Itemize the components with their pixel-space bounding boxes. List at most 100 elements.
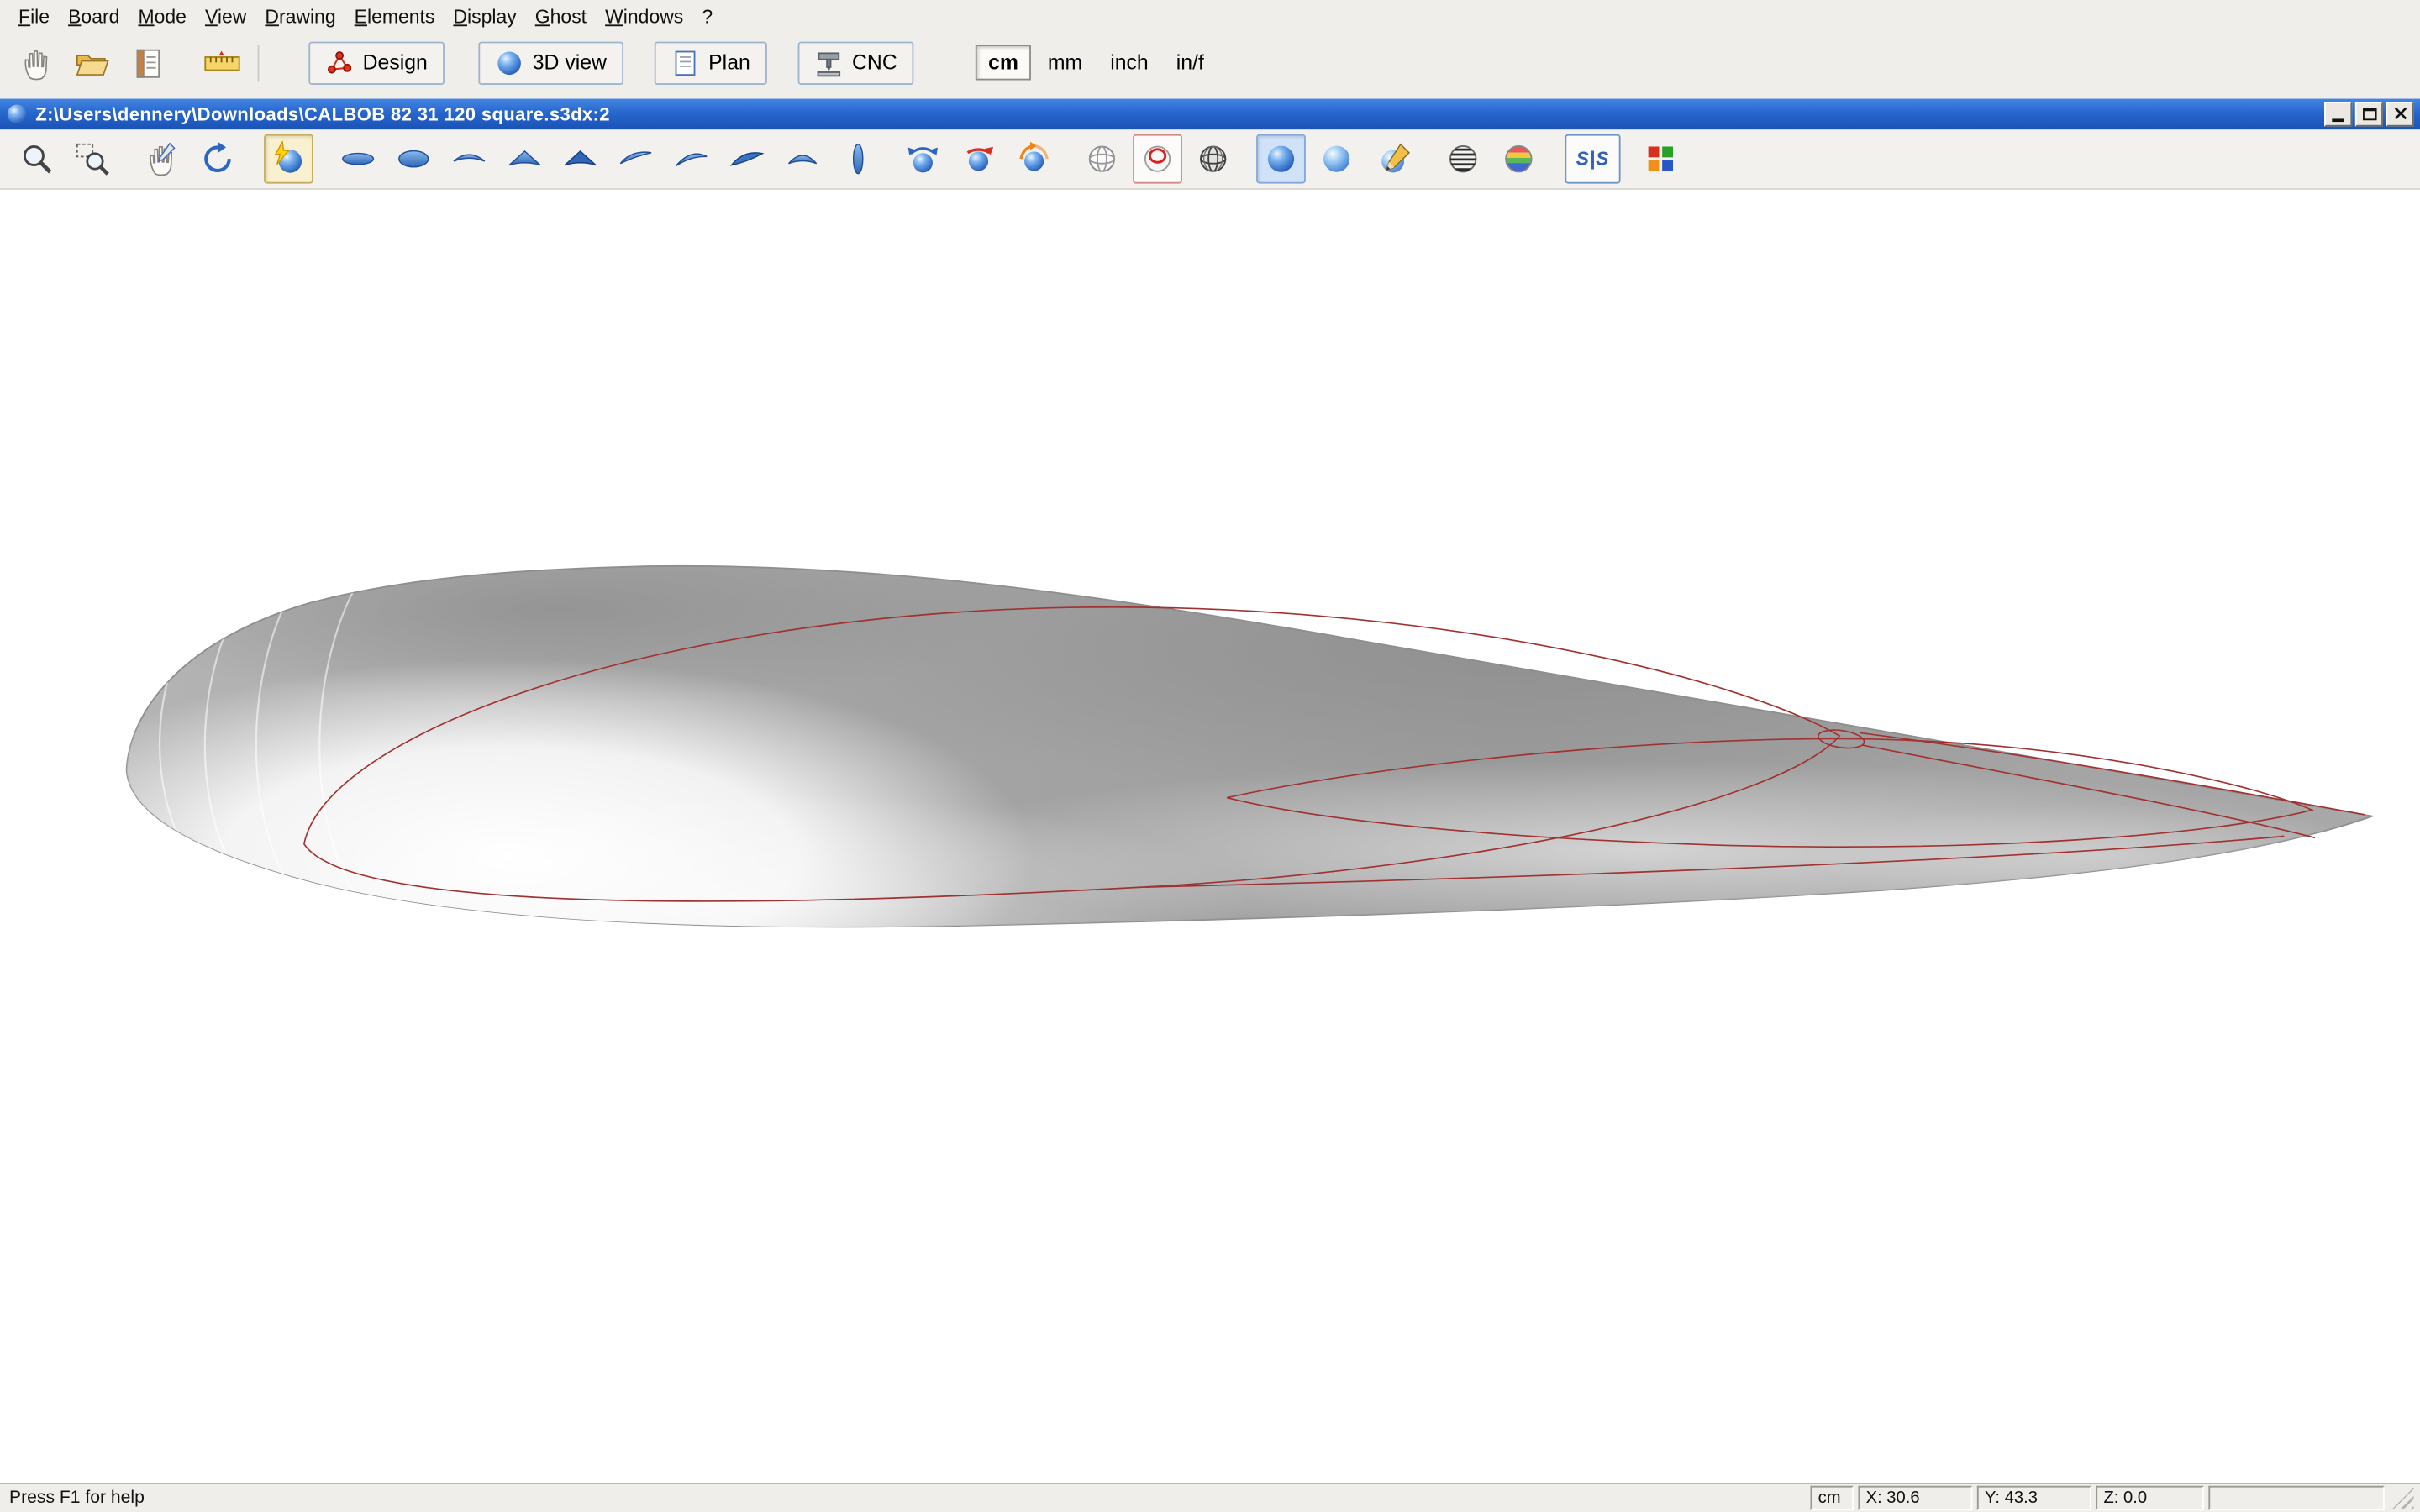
slice-oblique-2-icon [673, 140, 710, 177]
status-z-coordinate: Z: 0.0 [2096, 1486, 2204, 1510]
close-button[interactable] [2386, 102, 2414, 126]
menu-elements[interactable]: Elements [345, 3, 445, 31]
wireframe-globe-button[interactable] [1188, 134, 1238, 184]
view-slice3-button[interactable] [723, 134, 772, 184]
unit-cm-button[interactable]: cm [976, 45, 1030, 81]
minimize-button[interactable] [2324, 102, 2352, 126]
view-cross-section-solid-button[interactable] [555, 134, 605, 184]
cnc-machine-icon [815, 50, 843, 77]
menu-bar: File Board Mode View Drawing Elements Di… [0, 0, 2420, 34]
cross-section-solid-icon [562, 140, 599, 177]
wireframe-sphere-button[interactable] [1077, 134, 1127, 184]
quadrant-views-button[interactable] [1636, 134, 1686, 184]
render-stripes-icon [1444, 140, 1481, 177]
notebook-icon [129, 45, 166, 81]
plan-mode-button[interactable]: Plan [655, 42, 767, 85]
zoom-window-button[interactable] [68, 134, 118, 184]
menu-windows[interactable]: Windows [596, 3, 692, 31]
menu-file[interactable]: File [9, 3, 59, 31]
view-outline-plan-button[interactable] [389, 134, 439, 184]
render-solid-icon [1262, 140, 1299, 177]
symmetry-toggle-button[interactable]: S|S [1565, 134, 1620, 184]
toolbar-separator [258, 45, 261, 81]
rotate-board-vertical-button[interactable] [898, 134, 948, 184]
rotate-board-orange-button[interactable] [1009, 134, 1059, 184]
board-notes-button[interactable] [124, 40, 173, 87]
status-x-coordinate: X: 30.6 [1858, 1486, 1972, 1510]
menu-mode[interactable]: Mode [129, 3, 195, 31]
view-profile-lens-button[interactable] [834, 134, 883, 184]
rotate-board-red-icon [960, 140, 997, 177]
outline-plan-icon [395, 140, 432, 177]
menu-display[interactable]: Display [444, 3, 525, 31]
3d-sphere-icon [496, 50, 523, 77]
view-slice1-button[interactable] [611, 134, 660, 184]
menu-ghost[interactable]: Ghost [526, 3, 596, 31]
rotate-board-vertical-icon [904, 140, 941, 177]
pan-hand-icon [144, 140, 181, 177]
render-solid-button[interactable] [1256, 134, 1306, 184]
main-toolbar: Design 3D view Plan CNC [0, 34, 2420, 92]
design-molecule-icon [326, 50, 354, 77]
rotate-view-icon [199, 140, 236, 177]
menu-board[interactable]: Board [59, 3, 129, 31]
dimensions-button[interactable] [197, 40, 247, 87]
hand-icon [18, 45, 55, 81]
status-unit: cm [1810, 1486, 1853, 1510]
close-icon [2393, 108, 2407, 122]
view-toolbar: S|S [0, 129, 2420, 190]
menu-view[interactable]: View [196, 3, 255, 31]
document-title: Z:\Users\dennery\Downloads\CALBOB 82 31 … [35, 103, 610, 125]
pan-tool-button[interactable] [137, 134, 187, 184]
quadrant-views-icon [1642, 140, 1679, 177]
render-smooth-button[interactable] [1312, 134, 1361, 184]
board-3d-render [0, 190, 2420, 1483]
rotate-view-button[interactable] [193, 134, 243, 184]
document-titlebar[interactable]: Z:\Users\dennery\Downloads\CALBOB 82 31 … [0, 98, 2420, 129]
render-stripes-button[interactable] [1439, 134, 1488, 184]
design-mode-button[interactable]: Design [308, 42, 445, 85]
menu-help[interactable]: ? [692, 3, 722, 31]
3d-view-mode-button[interactable]: 3D view [478, 42, 623, 85]
rotate-board-red-button[interactable] [954, 134, 1003, 184]
view-rail-button[interactable] [778, 134, 828, 184]
design-mode-label: Design [363, 51, 428, 75]
zoom-window-icon [74, 140, 111, 177]
shape3d-app: File Board Mode View Drawing Elements Di… [0, 0, 2420, 1512]
sphere-red-marker-button[interactable] [1133, 134, 1182, 184]
render-paint-icon [1376, 140, 1413, 177]
restore-button[interactable] [2355, 102, 2383, 126]
unit-inch-button[interactable]: inch [1099, 47, 1159, 80]
outline-top-icon [339, 140, 376, 177]
menu-drawing[interactable]: Drawing [255, 3, 345, 31]
cnc-mode-label: CNC [852, 51, 897, 75]
open-file-button[interactable] [68, 40, 118, 87]
status-y-coordinate: Y: 43.3 [1977, 1486, 2091, 1510]
slice-oblique-1-icon [618, 140, 655, 177]
rocker-profile-icon [450, 140, 487, 177]
hand-tool-button[interactable] [13, 40, 62, 87]
open-folder-icon [74, 45, 111, 81]
render-paint-button[interactable] [1370, 134, 1420, 184]
viewport-canvas[interactable] [0, 190, 2420, 1483]
view-slice2-button[interactable] [666, 134, 716, 184]
resize-grip[interactable] [2392, 1488, 2414, 1509]
plan-page-icon [671, 50, 699, 77]
view-outline-top-button[interactable] [334, 134, 383, 184]
profile-lens-icon [839, 140, 876, 177]
zoom-icon [18, 140, 55, 177]
plan-mode-label: Plan [708, 51, 750, 75]
sphere-red-marker-icon [1139, 140, 1176, 177]
status-bar: Press F1 for help cm X: 30.6 Y: 43.3 Z: … [0, 1483, 2420, 1512]
lighting-sphere-button[interactable] [264, 134, 313, 184]
view-cross-section-button[interactable] [500, 134, 550, 184]
lighting-sphere-icon [270, 140, 307, 177]
render-curvature-button[interactable] [1494, 134, 1544, 184]
view-rocker-button[interactable] [445, 134, 494, 184]
zoom-tool-button[interactable] [13, 134, 62, 184]
cnc-mode-button[interactable]: CNC [798, 42, 914, 85]
unit-inf-button[interactable]: in/f [1165, 47, 1215, 80]
cross-section-front-icon [506, 140, 543, 177]
unit-mm-button[interactable]: mm [1037, 47, 1093, 80]
minimize-icon [2332, 118, 2344, 122]
